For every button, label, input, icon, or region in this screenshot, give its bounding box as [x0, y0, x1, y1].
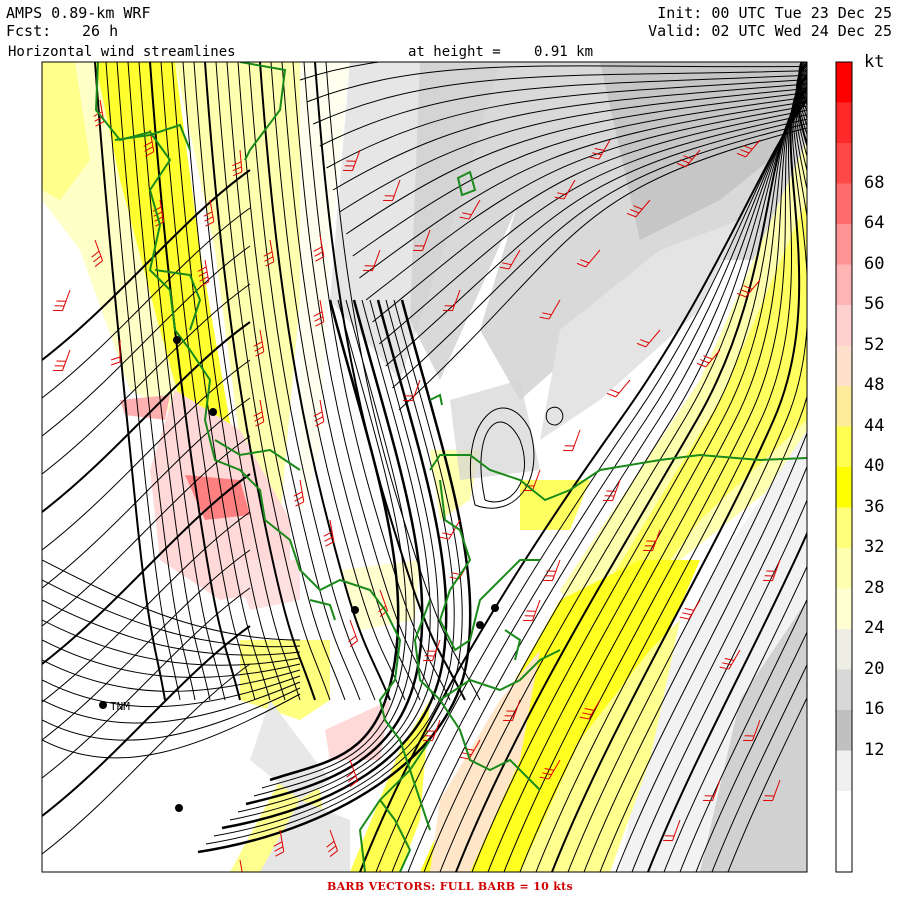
colorbar-tick-label: 64	[864, 213, 885, 233]
colorbar-bin	[836, 305, 852, 346]
colorbar-tick-label: 16	[864, 699, 885, 719]
colorbar-tick-label: 28	[864, 577, 885, 598]
colorbar-bin	[836, 750, 852, 791]
product-title: Horizontal wind streamlines	[8, 44, 236, 60]
station-label: TNM	[110, 700, 130, 713]
colorbar-tick-label: 60	[864, 253, 885, 274]
station-dot	[209, 408, 217, 416]
height-value: 0.91 km	[534, 44, 594, 60]
colorbar-tick-label: 68	[864, 172, 885, 193]
station-dot	[476, 621, 484, 629]
colorbar-tick-label: 52	[864, 334, 885, 355]
forecast-label: Fcst:	[6, 22, 52, 40]
colorbar-bin	[836, 143, 852, 184]
colorbar-bin	[836, 426, 852, 467]
colorbar-bin	[836, 629, 852, 670]
colorbar-bin	[836, 386, 852, 427]
colorbar-tick-label: 20	[864, 658, 885, 679]
station-dot	[175, 804, 183, 812]
colorbar-tick-label: 48	[864, 375, 885, 395]
colorbar-bin	[836, 467, 852, 508]
colorbar-bin	[836, 62, 852, 103]
barb-vector-note: BARB VECTORS: FULL BARB = 10 kts	[327, 880, 573, 893]
colorbar-tick-label: 56	[864, 294, 885, 314]
colorbar-tick-label: 36	[864, 496, 885, 517]
colorbar-bin	[836, 588, 852, 629]
colorbar-bin	[836, 102, 852, 143]
colorbar-bin	[836, 183, 852, 224]
wind-map: TNM	[41, 61, 853, 873]
colorbar-tick-label: 24	[864, 618, 885, 638]
colorbar-tick-label: 40	[864, 456, 885, 476]
station-dot	[351, 606, 359, 614]
init-time: Init: 00 UTC Tue 23 Dec 25	[657, 4, 892, 22]
colorbar-bin	[836, 669, 852, 710]
colorbar-bin	[836, 791, 852, 872]
station-dot	[173, 336, 181, 344]
colorbar-bin	[836, 345, 852, 386]
colorbar-bin	[836, 507, 852, 548]
forecast-hour: 26 h	[82, 22, 119, 40]
station-dot	[491, 604, 499, 612]
colorbar-tick-label: 32	[864, 537, 885, 557]
colorbar-bin	[836, 264, 852, 305]
colorbar	[836, 62, 852, 872]
colorbar-unit: kt	[864, 52, 885, 72]
colorbar-tick-label: 12	[864, 739, 885, 760]
station-dot	[99, 701, 107, 709]
model-title: AMPS 0.89-km WRF	[6, 4, 151, 22]
valid-time: Valid: 02 UTC Wed 24 Dec 25	[648, 22, 892, 40]
colorbar-bin	[836, 548, 852, 589]
colorbar-bin	[836, 224, 852, 265]
colorbar-bin	[836, 710, 852, 751]
colorbar-tick-label: 44	[864, 415, 885, 436]
height-label: at height =	[408, 44, 501, 60]
